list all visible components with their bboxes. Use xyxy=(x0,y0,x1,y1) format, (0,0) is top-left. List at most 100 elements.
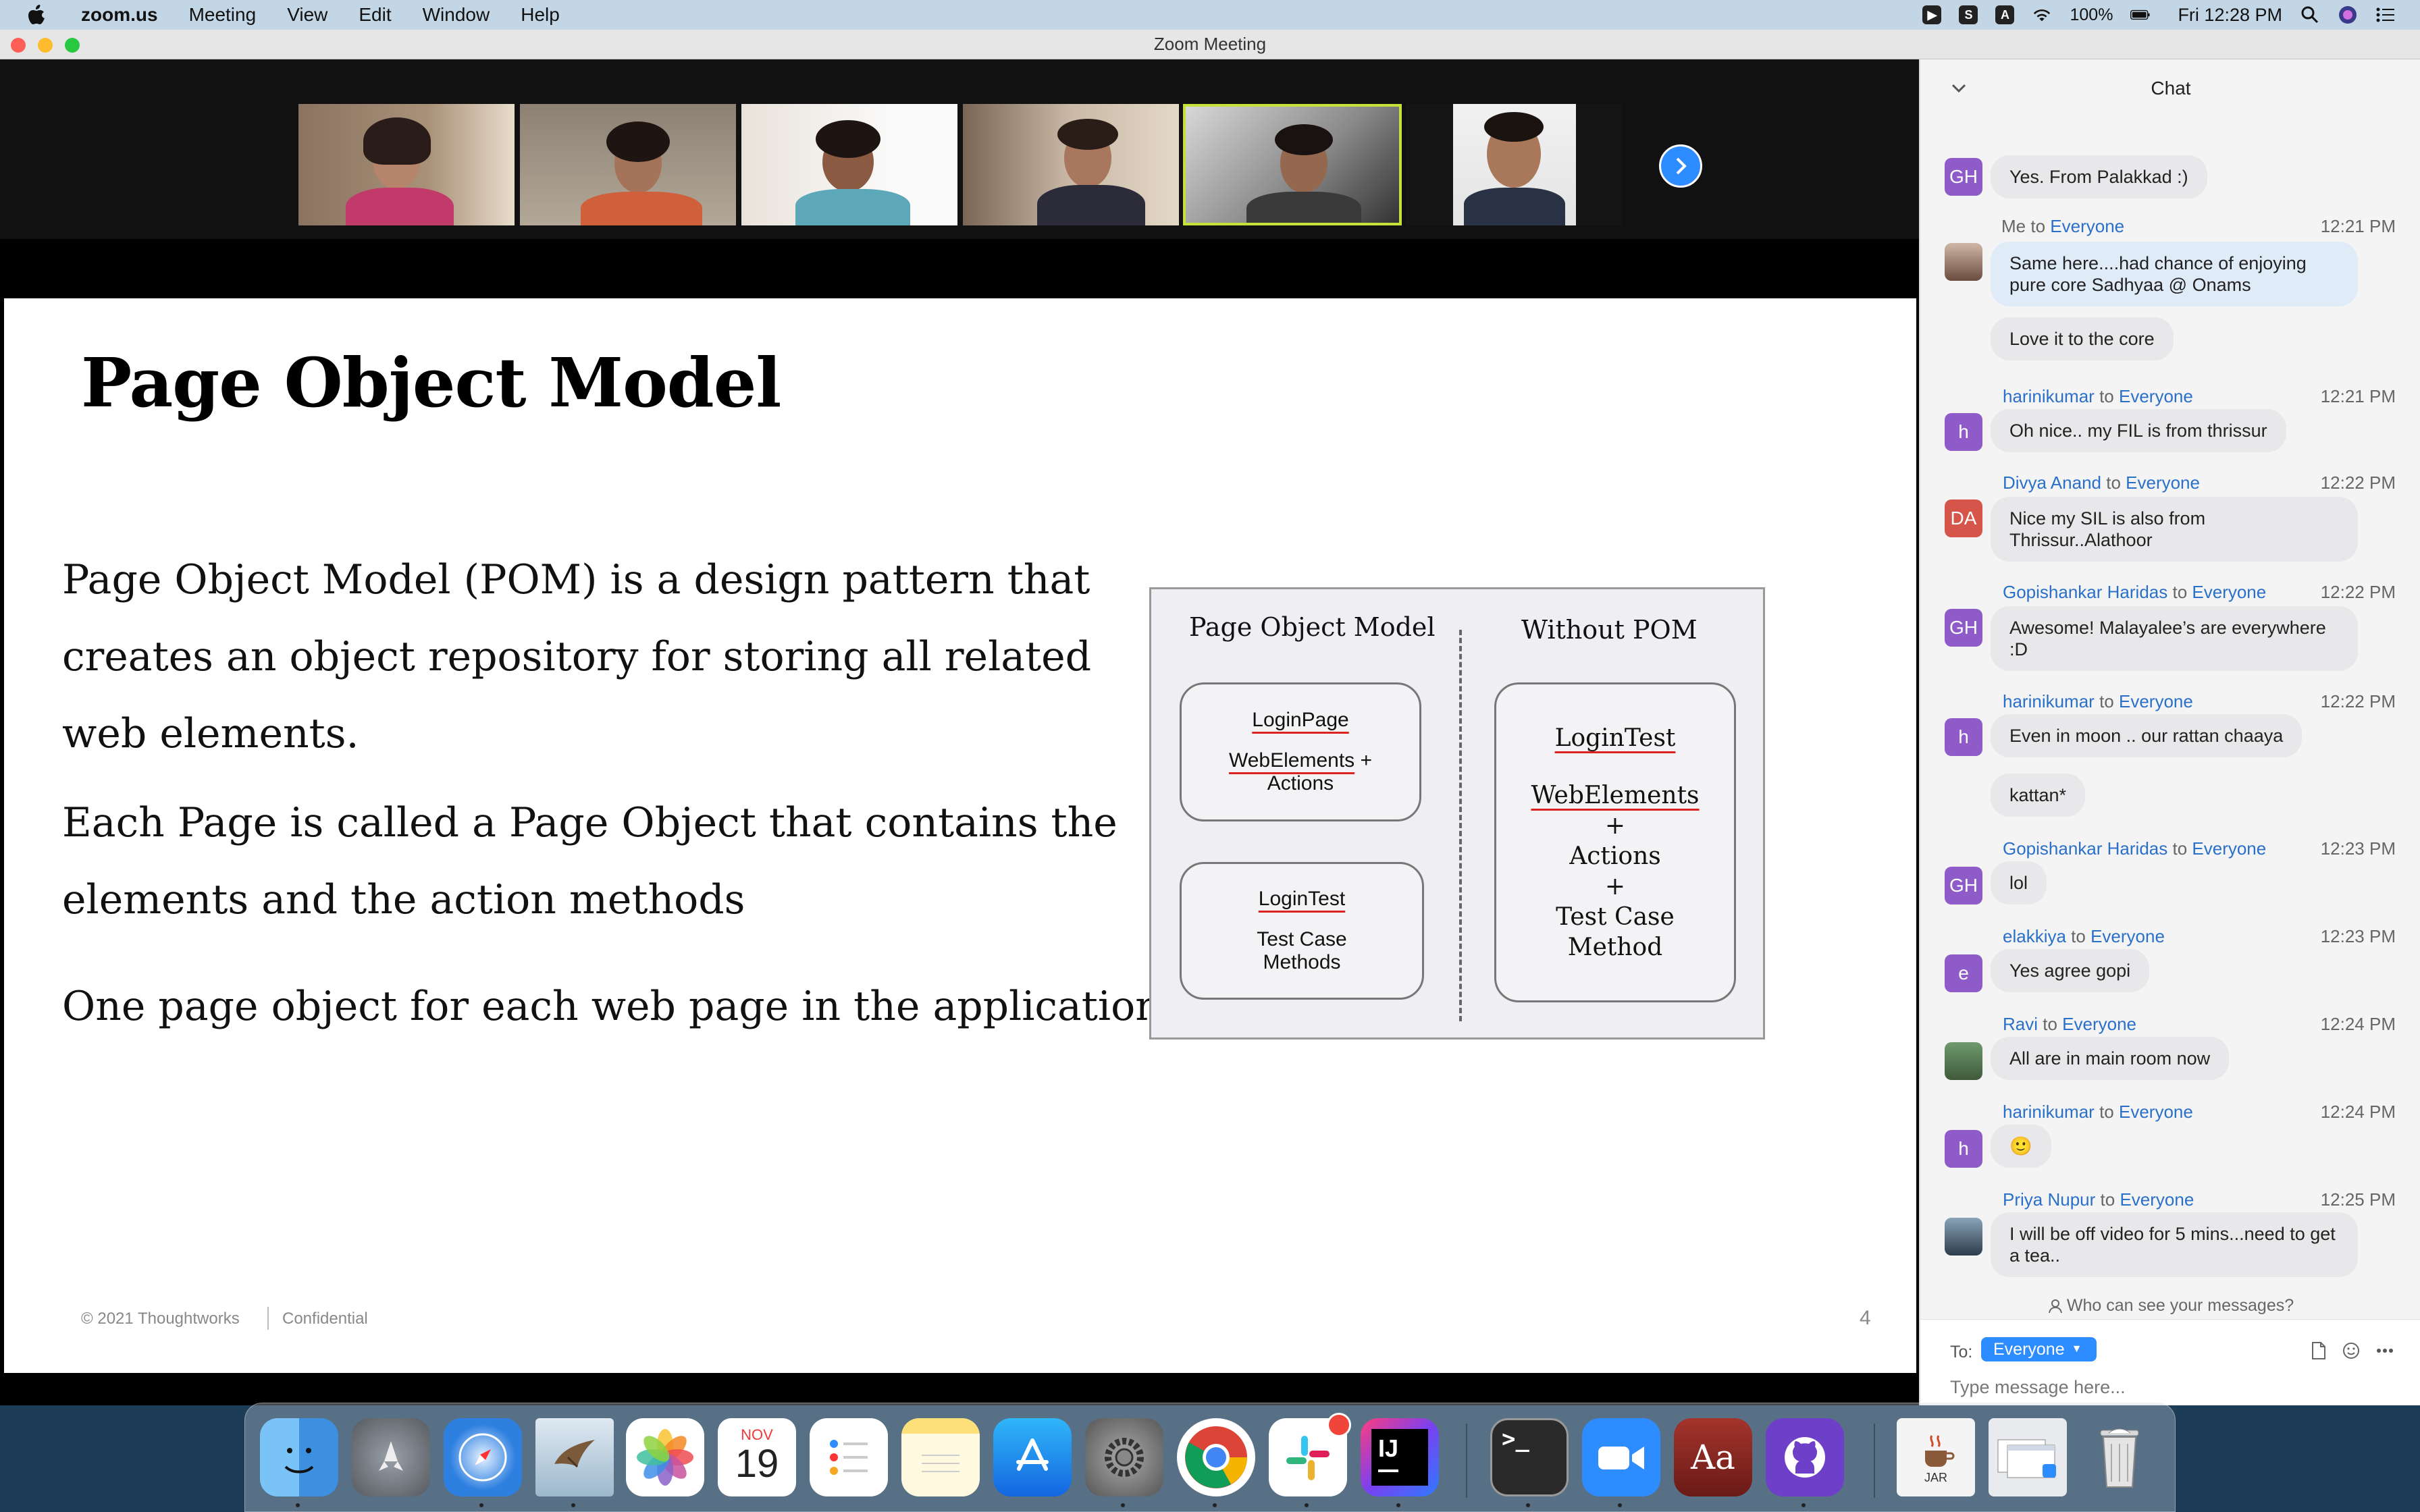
intellij-idea-icon[interactable]: IJ xyxy=(1361,1418,1439,1496)
slide-text-line: creates an object repository for storing… xyxy=(62,633,1092,680)
s-app-icon[interactable]: S xyxy=(1959,5,1978,24)
chevron-down-icon[interactable] xyxy=(1949,78,1969,99)
running-indicator xyxy=(1121,1503,1125,1507)
menu-view[interactable]: View xyxy=(287,4,327,26)
minimize-window-button[interactable] xyxy=(38,38,53,53)
recipient-select[interactable]: Everyone ▼ xyxy=(1981,1337,2097,1361)
chat-sender-line: Divya Anand to Everyone xyxy=(2003,473,2200,493)
chrome-icon[interactable] xyxy=(1177,1418,1255,1496)
sender-name[interactable]: Gopishankar Haridas xyxy=(2003,838,2167,859)
dictionary-label: Aa xyxy=(1691,1438,1735,1477)
recipient-name[interactable]: Everyone xyxy=(2192,582,2266,602)
terminal-icon[interactable]: >_ xyxy=(1490,1418,1569,1496)
participant-video-1[interactable] xyxy=(298,104,515,225)
recipient-name[interactable]: Everyone xyxy=(2090,926,2165,946)
jar-file-icon[interactable]: JAR xyxy=(1897,1418,1975,1496)
menu-edit[interactable]: Edit xyxy=(359,4,391,26)
app-name-menu[interactable]: zoom.us xyxy=(81,4,158,26)
app-store-icon[interactable] xyxy=(993,1418,1072,1496)
chat-time: 12:22 PM xyxy=(2320,691,2396,711)
siri-icon[interactable] xyxy=(2338,5,2358,25)
wifi-icon[interactable] xyxy=(2032,5,2052,25)
recipient-name[interactable]: Everyone xyxy=(2192,838,2266,859)
downloads-stack-icon[interactable] xyxy=(1989,1418,2067,1496)
slide-text-line: Each Page is called a Page Object that c… xyxy=(62,799,1117,846)
participant-video-5-active-speaker[interactable] xyxy=(1183,104,1402,225)
sender-name[interactable]: Gopishankar Haridas xyxy=(2003,582,2167,602)
apple-menu-icon[interactable] xyxy=(23,1,50,28)
avatar: DA xyxy=(1945,500,1982,537)
safari-icon[interactable] xyxy=(444,1418,522,1496)
running-indicator xyxy=(1618,1503,1622,1507)
chat-time: 12:25 PM xyxy=(2320,1189,2396,1210)
battery-icon[interactable] xyxy=(2130,5,2151,25)
sender-name[interactable]: harinikumar xyxy=(2003,386,2095,406)
who-can-see-messages-link[interactable]: Who can see your messages? xyxy=(1920,1296,2420,1316)
reminders-icon[interactable] xyxy=(810,1418,888,1496)
recipient-name[interactable]: Everyone xyxy=(2126,473,2200,493)
clock[interactable]: Fri 12:28 PM xyxy=(2178,5,2282,26)
file-icon[interactable] xyxy=(2308,1340,2330,1361)
chat-sender-line: Ravi to Everyone xyxy=(2003,1014,2136,1035)
input-source-icon[interactable]: A xyxy=(1995,5,2015,24)
recipient-name[interactable]: Everyone xyxy=(2050,216,2124,236)
menu-window[interactable]: Window xyxy=(423,4,490,26)
calendar-icon[interactable]: NOV 19 xyxy=(718,1418,796,1496)
sender-name[interactable]: elakkiya xyxy=(2003,926,2066,946)
to-word: to xyxy=(2030,216,2046,236)
sender-name[interactable]: harinikumar xyxy=(2003,691,2095,711)
mail-icon[interactable] xyxy=(535,1418,614,1496)
recipient-name[interactable]: Everyone xyxy=(2120,1189,2194,1210)
participant-body xyxy=(795,189,910,225)
chat-panel: Chat GH Yes. From Palakkad :) Me to Ever… xyxy=(1919,59,2420,1405)
zoom-window-button[interactable] xyxy=(65,38,80,53)
dictionary-icon[interactable]: Aa xyxy=(1674,1418,1752,1496)
photos-icon[interactable] xyxy=(626,1418,704,1496)
video-status-icon[interactable]: ▶ xyxy=(1922,5,1942,24)
sender-name[interactable]: Ravi xyxy=(2003,1014,2038,1034)
slide-footer-divider xyxy=(267,1307,269,1330)
zoom-icon[interactable] xyxy=(1582,1418,1660,1496)
status-area: ▶ S A 100% Fri 12:28 PM xyxy=(1922,0,2420,30)
slide-page-number: 4 xyxy=(1860,1307,1871,1329)
github-desktop-icon[interactable] xyxy=(1766,1418,1844,1496)
recipient-name[interactable]: Everyone xyxy=(2119,386,2193,406)
participant-video-6[interactable] xyxy=(1406,104,1622,225)
participant-video-2[interactable] xyxy=(520,104,736,225)
slack-icon[interactable] xyxy=(1269,1413,1351,1496)
participant-body xyxy=(346,188,454,225)
next-page-button[interactable] xyxy=(1659,144,1702,188)
menu-meeting[interactable]: Meeting xyxy=(189,4,257,26)
intellij-logo: IJ xyxy=(1371,1429,1428,1486)
system-preferences-icon[interactable] xyxy=(1085,1418,1163,1496)
finder-icon[interactable] xyxy=(260,1418,338,1496)
calendar-day: 19 xyxy=(735,1442,779,1486)
menu-help[interactable]: Help xyxy=(521,4,560,26)
more-options-icon[interactable] xyxy=(2374,1340,2396,1361)
launchpad-icon[interactable] xyxy=(352,1418,430,1496)
sender-name[interactable]: Divya Anand xyxy=(2003,473,2101,493)
chat-message: I will be off video for 5 mins...need to… xyxy=(1991,1212,2358,1277)
chat-time: 12:22 PM xyxy=(2320,582,2396,602)
chat-message: Oh nice.. my FIL is from thrissur xyxy=(1991,409,2286,452)
avatar: GH xyxy=(1945,867,1982,905)
chat-message-input[interactable] xyxy=(1950,1374,2396,1401)
running-indicator xyxy=(296,1503,300,1507)
diagram-left-heading: Page Object Model xyxy=(1189,612,1436,642)
recipient-name[interactable]: Everyone xyxy=(2062,1014,2136,1034)
participant-hair xyxy=(1057,119,1118,150)
notification-center-icon[interactable] xyxy=(2375,5,2396,25)
sender-name[interactable]: Priya Nupur xyxy=(2003,1189,2095,1210)
emoji-icon[interactable] xyxy=(2340,1340,2362,1361)
recipient-name[interactable]: Everyone xyxy=(2119,691,2193,711)
participant-video-4[interactable] xyxy=(963,104,1179,225)
chat-message: Even in moon .. our rattan chaaya xyxy=(1991,714,2303,757)
notes-icon[interactable] xyxy=(901,1418,980,1496)
sender-name[interactable]: harinikumar xyxy=(2003,1102,2095,1122)
participant-video-3[interactable] xyxy=(741,104,957,225)
close-window-button[interactable] xyxy=(11,38,26,53)
recipient-name[interactable]: Everyone xyxy=(2119,1102,2193,1122)
chat-time: 12:21 PM xyxy=(2320,386,2396,406)
trash-icon[interactable] xyxy=(2080,1418,2159,1496)
spotlight-search-icon[interactable] xyxy=(2300,5,2320,25)
